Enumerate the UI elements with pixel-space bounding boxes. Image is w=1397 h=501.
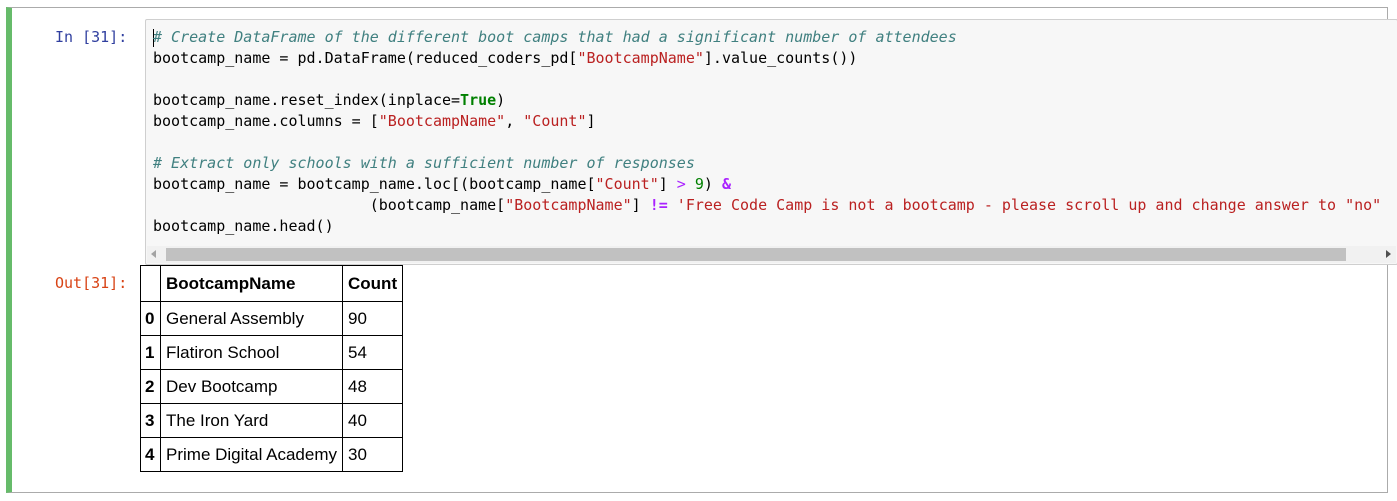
- code-number: 9: [694, 175, 704, 193]
- code-segment: bootcamp_name = bootcamp_name.loc[(bootc…: [153, 175, 596, 193]
- chevron-left-icon[interactable]: [151, 250, 156, 258]
- code-comment: # Create DataFrame of the different boot…: [153, 28, 957, 46]
- code-comment: # Extract only schools with a sufficient…: [153, 154, 695, 172]
- bootcamp-name-cell: The Iron Yard: [159, 403, 344, 438]
- scrollbar-thumb[interactable]: [166, 248, 1346, 261]
- count-cell: 48: [342, 369, 404, 404]
- bootcamp-name-cell: Flatiron School: [159, 335, 344, 370]
- code-segment: ]: [631, 196, 650, 214]
- table-row: 3 The Iron Yard 40: [140, 403, 404, 438]
- table-row: 0 General Assembly 90: [140, 301, 404, 336]
- table-header-row: BootcampName Count: [140, 265, 404, 302]
- code-string: "Count": [523, 112, 587, 130]
- row-index: 1: [140, 335, 161, 370]
- table-row: 1 Flatiron School 54: [140, 335, 404, 370]
- code-segment: bootcamp_name = pd.DataFrame(reduced_cod…: [153, 49, 578, 67]
- bootcamp-name-cell: General Assembly: [159, 301, 344, 336]
- column-header-bootcampname: BootcampName: [159, 265, 344, 302]
- count-cell: 90: [342, 301, 404, 336]
- horizontal-scrollbar[interactable]: [147, 246, 1396, 263]
- input-prompt: In [31]:: [55, 28, 128, 46]
- count-cell: 30: [342, 437, 404, 472]
- output-prompt: Out[31]:: [55, 274, 128, 292]
- code-segment: ]: [658, 175, 677, 193]
- code-segment: (bootcamp_name[: [153, 196, 506, 214]
- code-operator: &: [721, 175, 731, 193]
- bootcamp-name-cell: Dev Bootcamp: [159, 369, 344, 404]
- column-header-count: Count: [342, 265, 404, 302]
- code-string: "BootcampName": [505, 196, 632, 214]
- code-segment: bootcamp_name.columns = [: [153, 112, 379, 130]
- code-segment: ].value_counts()): [703, 49, 858, 67]
- code-segment: bootcamp_name.head(): [153, 217, 334, 235]
- code-string: "BootcampName": [577, 49, 704, 67]
- count-cell: 40: [342, 403, 404, 438]
- row-index: 3: [140, 403, 161, 438]
- dataframe-output-table: BootcampName Count 0 General Assembly 90…: [140, 265, 404, 472]
- code-segment: ): [703, 175, 722, 193]
- table-row: 2 Dev Bootcamp 48: [140, 369, 404, 404]
- code-string: "Count": [595, 175, 659, 193]
- code-text[interactable]: # Create DataFrame of the different boot…: [153, 27, 1381, 237]
- row-index: 4: [140, 437, 161, 472]
- row-index: 0: [140, 301, 161, 336]
- code-operator: !=: [649, 196, 668, 214]
- code-editor[interactable]: # Create DataFrame of the different boot…: [145, 19, 1397, 265]
- index-header: [140, 265, 161, 302]
- chevron-right-icon[interactable]: [1386, 250, 1391, 258]
- code-segment: ]: [586, 112, 596, 130]
- code-string: "BootcampName": [378, 112, 506, 130]
- code-segment: bootcamp_name.reset_index(inplace=: [153, 91, 461, 109]
- code-keyword: True: [460, 91, 497, 109]
- code-string: 'Free Code Camp is not a bootcamp - plea…: [676, 196, 1382, 214]
- code-operator: >: [676, 175, 686, 193]
- code-segment: ,: [505, 112, 524, 130]
- count-cell: 54: [342, 335, 404, 370]
- bootcamp-name-cell: Prime Digital Academy: [159, 437, 344, 472]
- code-segment: ): [496, 91, 506, 109]
- table-row: 4 Prime Digital Academy 30: [140, 437, 404, 472]
- row-index: 2: [140, 369, 161, 404]
